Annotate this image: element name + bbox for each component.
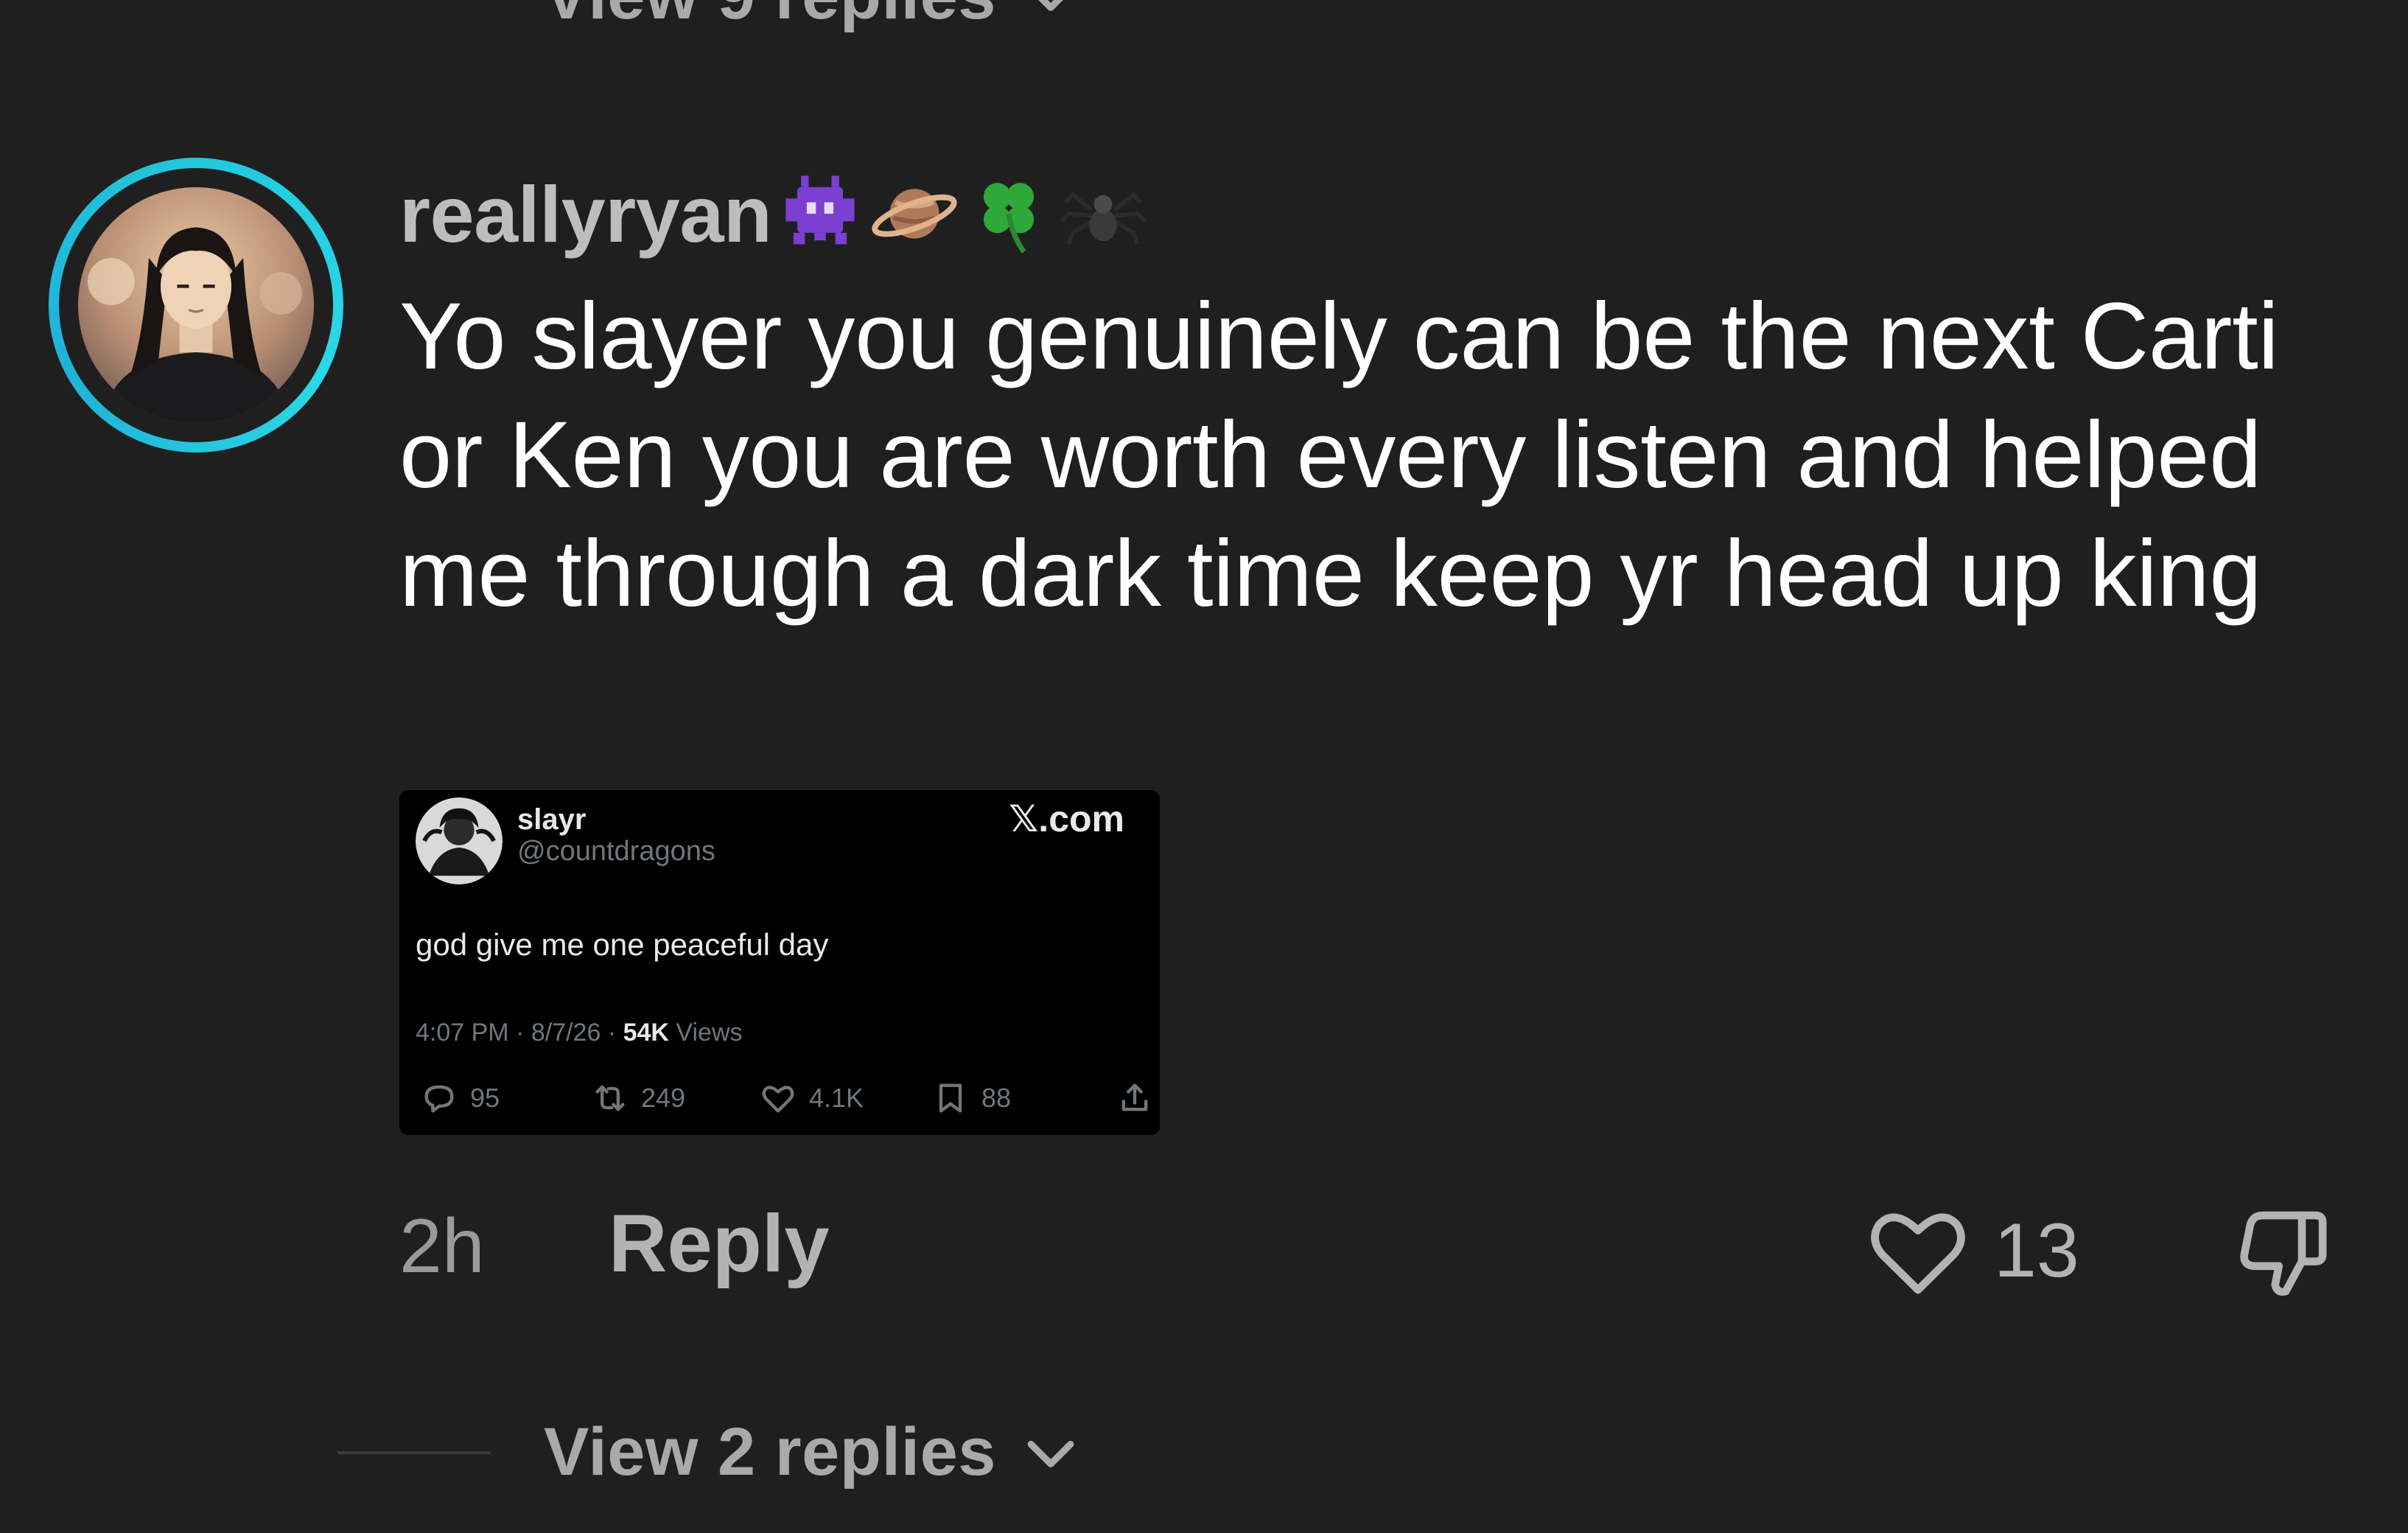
- like-button[interactable]: 13: [1863, 1195, 2079, 1306]
- speech-bubble-icon: [424, 1085, 454, 1113]
- embed-bookmark-stat: 88: [931, 1079, 1011, 1117]
- embed-share-stat: [1116, 1079, 1160, 1117]
- like-count: 13: [1994, 1207, 2079, 1293]
- embed-post-text: god give me one peaceful day: [416, 927, 829, 962]
- embed-actions: 95 249 4.1K 88: [416, 1079, 1148, 1123]
- view-replies-bottom[interactable]: View 2 replies: [337, 1414, 1085, 1491]
- avatar[interactable]: [49, 158, 343, 453]
- ringed-planet-emoji: [869, 168, 960, 259]
- embedded-post-card[interactable]: slayr @countdragons 𝕏.com god give me on…: [399, 790, 1160, 1135]
- embed-site-label: 𝕏.com: [1009, 798, 1124, 839]
- avatar-image: [78, 187, 314, 423]
- alien-monster-emoji: [774, 168, 866, 259]
- reply-button[interactable]: Reply: [609, 1197, 830, 1291]
- heart-icon: [1871, 1213, 1965, 1294]
- four-leaf-clover-emoji: [963, 168, 1054, 259]
- retweet-icon: [595, 1085, 625, 1111]
- embed-meta: 4:07 PM · 8/7/26 · 54K Views: [416, 1019, 743, 1047]
- share-icon: [1121, 1083, 1148, 1111]
- chevron-down-icon: [1027, 1440, 1074, 1467]
- bookmark-icon: [939, 1083, 962, 1113]
- chevron-down-icon: [1038, 0, 1063, 11]
- embed-avatar: [416, 797, 503, 884]
- username[interactable]: reallyryan: [399, 168, 772, 260]
- embed-handle: @countdragons: [517, 836, 715, 867]
- embed-retweet-stat: 249: [591, 1079, 685, 1117]
- embed-views-label: Views: [668, 1019, 743, 1047]
- dislike-button[interactable]: [2228, 1197, 2339, 1307]
- embed-views-count: 54K: [623, 1019, 669, 1047]
- view-replies-top[interactable]: View 9 replies: [337, 0, 1085, 35]
- embed-like-stat: 4.1K: [759, 1079, 864, 1117]
- embed-reply-stat: 95: [420, 1079, 500, 1117]
- comment-text: Yo slayer you genuinely can be the next …: [399, 284, 2279, 626]
- comment-header: reallyryan: [399, 162, 1149, 265]
- view-replies-label: View 2 replies: [544, 1414, 996, 1490]
- comment-timestamp: 2h: [399, 1204, 485, 1289]
- embed-display-name: slayr: [517, 803, 587, 836]
- heart-icon: [762, 1086, 794, 1113]
- replies-divider-line: [337, 1450, 491, 1454]
- embed-timestamp: 4:07 PM · 8/7/26 ·: [416, 1019, 623, 1047]
- view-replies-label: View 9 replies: [544, 0, 996, 35]
- spider-emoji: [1057, 168, 1149, 259]
